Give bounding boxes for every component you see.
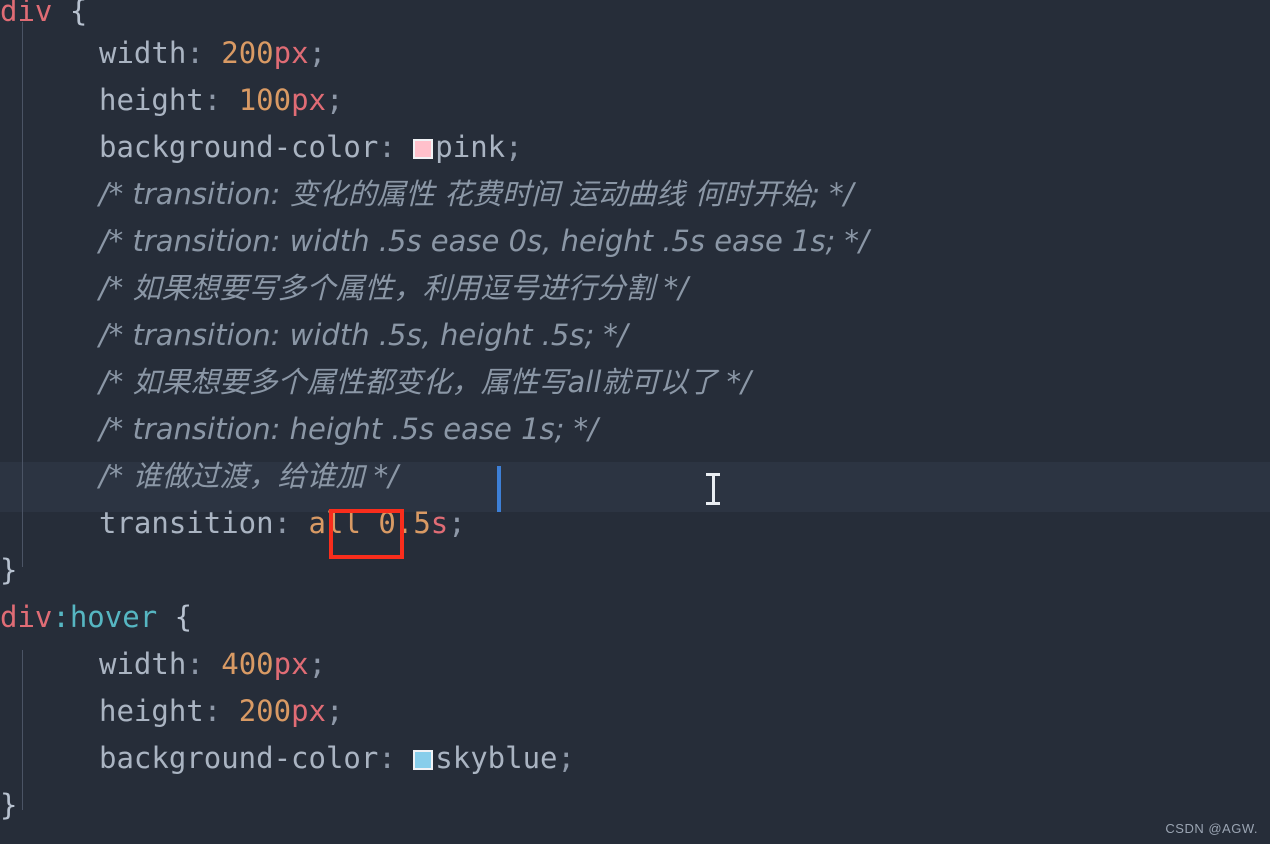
css-comment: /* transition: width .5s ease 0s, height… (99, 224, 869, 258)
css-pseudo-class: :hover (52, 600, 158, 634)
code-line[interactable]: height: 200px; (0, 688, 1270, 735)
colon: : (186, 36, 204, 70)
css-value-all: all (308, 506, 361, 540)
css-selector: div (0, 600, 53, 634)
colon: : (273, 506, 292, 540)
semicolon: ; (557, 741, 575, 775)
css-unit: px (291, 694, 327, 728)
code-line[interactable]: /* transition: 变化的属性 花费时间 运动曲线 何时开始; */ (0, 171, 1270, 218)
semicolon: ; (308, 36, 327, 70)
css-value: pink (435, 130, 506, 164)
code-line[interactable]: /* transition: height .5s ease 1s; */ (0, 406, 1270, 453)
code-line[interactable]: background-color: pink; (0, 124, 1270, 171)
css-comment: /* transition: 变化的属性 花费时间 运动曲线 何时开始; */ (99, 177, 854, 211)
code-block[interactable]: div { width: 200px; height: 100px; backg… (0, 0, 1270, 829)
css-property: width (99, 36, 187, 70)
semicolon: ; (308, 647, 327, 681)
color-swatch-pink-icon[interactable] (413, 139, 434, 159)
semicolon: ; (326, 83, 344, 117)
colon: : (378, 741, 396, 775)
colon: : (203, 83, 222, 117)
code-line[interactable]: } (0, 782, 1270, 829)
css-property: width (99, 647, 187, 681)
brace-close: } (0, 553, 18, 587)
css-property: transition (99, 506, 274, 540)
brace-close: } (0, 788, 18, 822)
code-line[interactable]: transition: all 0.5s; (0, 500, 1270, 547)
css-number: 200 (238, 694, 292, 728)
css-comment: /* 谁做过渡，给谁加 */ (99, 459, 398, 493)
code-line[interactable]: height: 100px; (0, 77, 1270, 124)
css-number: 100 (238, 83, 292, 117)
css-selector: div (0, 0, 53, 28)
css-property: background-color (99, 741, 379, 775)
code-line[interactable]: width: 200px; (0, 30, 1270, 77)
brace-open: { (69, 0, 88, 28)
semicolon: ; (448, 506, 466, 540)
code-line[interactable]: /* 如果想要多个属性都变化，属性写all就可以了 */ (0, 359, 1270, 406)
text-caret (497, 466, 501, 512)
semicolon: ; (326, 694, 344, 728)
code-line[interactable]: width: 400px; (0, 641, 1270, 688)
code-line[interactable]: div { (0, 0, 1270, 30)
brace-open (52, 0, 69, 28)
code-line[interactable]: /* transition: width .5s ease 0s, height… (0, 218, 1270, 265)
colon: : (186, 647, 204, 681)
css-unit: px (273, 36, 309, 70)
css-value: skyblue (435, 741, 558, 775)
mouse-ibeam-cursor-icon (706, 473, 720, 505)
brace-open: { (174, 600, 193, 634)
code-line[interactable]: } (0, 547, 1270, 594)
css-property: height (99, 694, 204, 728)
css-comment: /* 如果想要多个属性都变化，属性写all就可以了 */ (99, 365, 751, 399)
css-comment: /* transition: width .5s, height .5s; */ (99, 318, 628, 352)
code-line[interactable]: div:hover { (0, 594, 1270, 641)
css-unit: s (430, 506, 449, 540)
watermark-label: CSDN @AGW. (1165, 821, 1258, 836)
css-comment: /* transition: height .5s ease 1s; */ (99, 412, 598, 446)
semicolon: ; (505, 130, 523, 164)
code-line-current[interactable]: /* 谁做过渡，给谁加 */ (0, 453, 1270, 500)
colon: : (378, 130, 396, 164)
css-unit: px (291, 83, 327, 117)
css-number: 200 (221, 36, 274, 70)
code-line[interactable]: background-color: skyblue; (0, 735, 1270, 782)
code-line[interactable]: /* transition: width .5s, height .5s; */ (0, 312, 1270, 359)
css-property: height (99, 83, 204, 117)
css-number: 400 (221, 647, 274, 681)
color-swatch-skyblue-icon[interactable] (413, 750, 434, 770)
code-line[interactable]: /* 如果想要写多个属性，利用逗号进行分割 */ (0, 265, 1270, 312)
css-comment: /* 如果想要写多个属性，利用逗号进行分割 */ (99, 271, 688, 305)
css-number: 0.5 (378, 506, 431, 540)
code-editor-surface[interactable]: div { width: 200px; height: 100px; backg… (0, 0, 1270, 844)
css-property: background-color (99, 130, 379, 164)
css-unit: px (273, 647, 309, 681)
colon: : (203, 694, 222, 728)
